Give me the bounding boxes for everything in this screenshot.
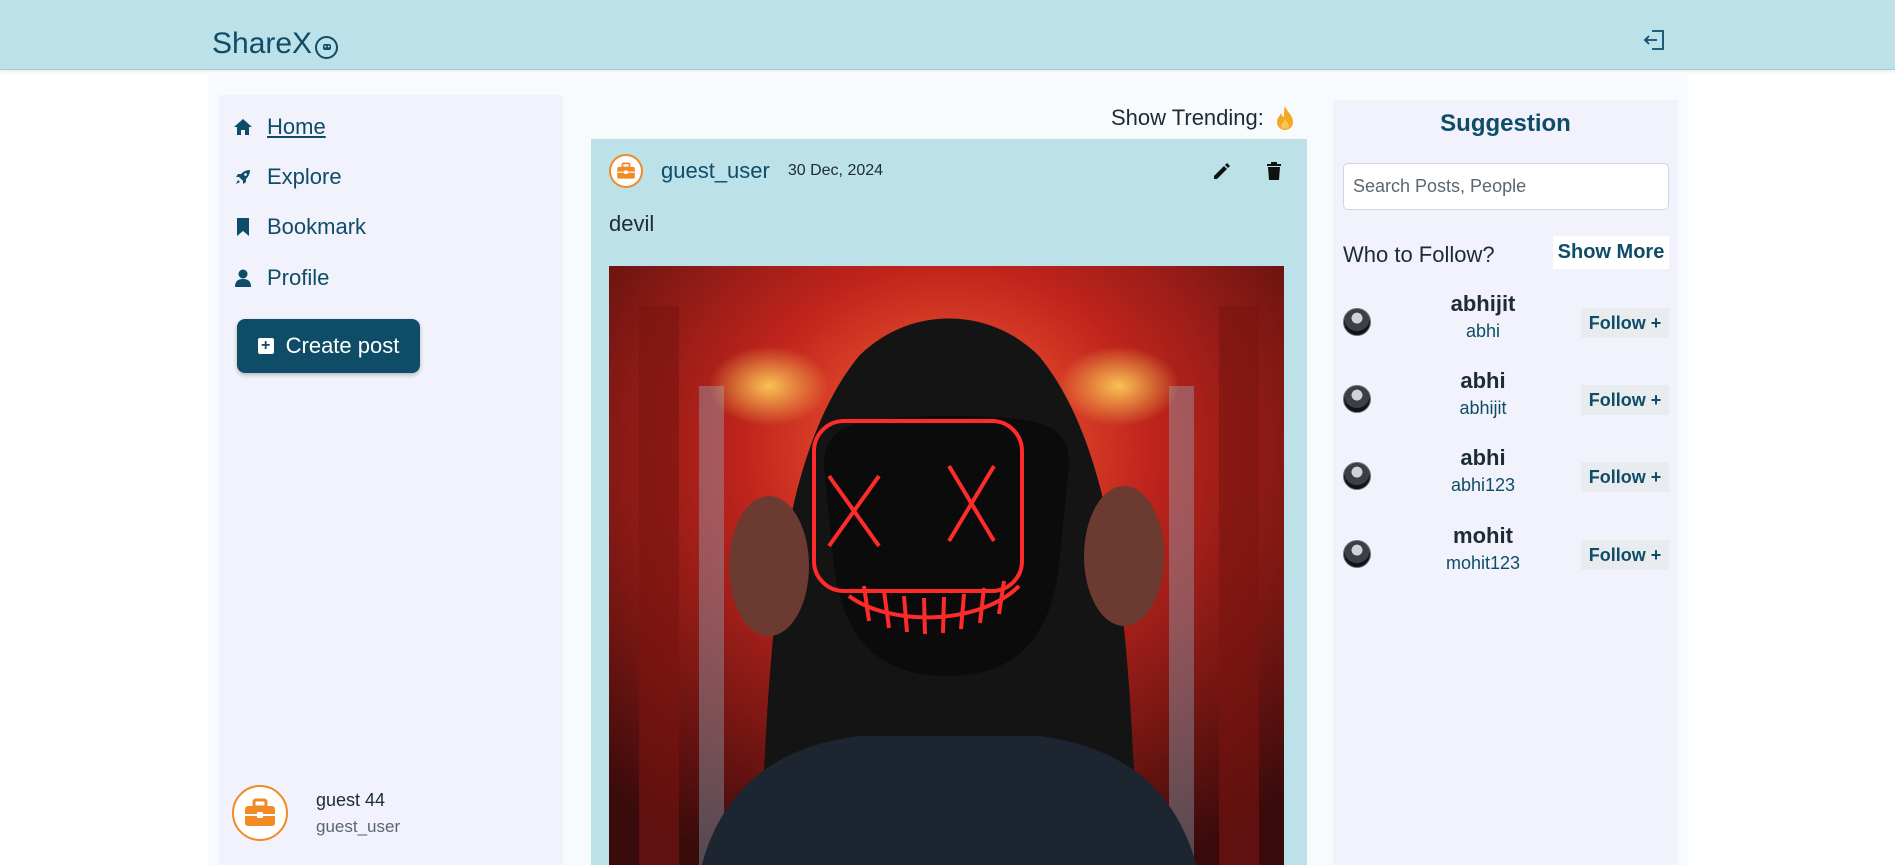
show-trending-toggle[interactable]: Show Trending: <box>1111 105 1296 131</box>
rocket-icon <box>236 170 250 184</box>
follow-button[interactable]: Follow + <box>1581 385 1669 415</box>
smiley-icon <box>315 35 339 59</box>
list-item: abhijit abhi Follow + <box>1343 291 1669 351</box>
avatar[interactable] <box>1343 308 1371 336</box>
post-card: guest_user 30 Dec, 2024 devil <box>591 139 1307 865</box>
avatar[interactable] <box>1343 462 1371 490</box>
current-user-card[interactable]: guest 44 guest_user <box>232 785 400 841</box>
avatar[interactable] <box>1343 385 1371 413</box>
brand-name: ShareX <box>212 27 313 60</box>
sidebar-item-label: Bookmark <box>267 214 367 239</box>
briefcase-avatar-icon <box>232 785 288 841</box>
avatar[interactable] <box>1343 540 1371 568</box>
delete-icon[interactable] <box>1263 160 1285 182</box>
suggest-user-name[interactable]: abhijit <box>1383 291 1583 317</box>
suggest-user-name[interactable]: mohit <box>1383 523 1583 549</box>
post-header: guest_user 30 Dec, 2024 <box>609 153 1289 189</box>
suggest-user-handle: abhijit <box>1459 398 1507 418</box>
create-post-label: Create post <box>285 333 400 358</box>
left-sidebar: Home Explore Bookmark Profile + Create p… <box>219 95 563 865</box>
sidebar-item-explore[interactable]: Explore <box>233 164 342 190</box>
edit-icon[interactable] <box>1211 160 1233 182</box>
logout-icon[interactable] <box>1642 28 1668 52</box>
create-post-button[interactable]: + Create post <box>237 319 420 373</box>
home-icon <box>234 119 252 135</box>
suggest-user-handle: abhi <box>1465 321 1501 341</box>
post-image[interactable] <box>609 266 1284 865</box>
list-item: abhi abhi123 Follow + <box>1343 445 1669 505</box>
current-user-handle: guest_user <box>316 816 401 836</box>
show-more-button[interactable]: Show More <box>1553 236 1669 269</box>
top-bar: ShareX <box>0 0 1895 70</box>
sidebar-item-label: Profile <box>267 265 330 290</box>
list-item: abhi abhijit Follow + <box>1343 368 1669 428</box>
current-user-name: guest 44 <box>316 789 386 810</box>
suggestion-title: Suggestion <box>1440 110 1571 137</box>
bookmark-icon <box>237 218 249 236</box>
follow-button[interactable]: Follow + <box>1581 540 1669 570</box>
search-input[interactable] <box>1343 163 1669 210</box>
user-icon <box>235 269 251 287</box>
suggest-user-name[interactable]: abhi <box>1383 445 1583 471</box>
sidebar-item-bookmark[interactable]: Bookmark <box>233 214 366 240</box>
suggest-user-name[interactable]: abhi <box>1383 368 1583 394</box>
follow-button[interactable]: Follow + <box>1581 308 1669 338</box>
list-item: mohit mohit123 Follow + <box>1343 523 1669 583</box>
sidebar-item-label: Explore <box>267 164 342 189</box>
suggest-user-handle: mohit123 <box>1445 553 1521 573</box>
show-trending-label: Show Trending: <box>1111 105 1264 130</box>
plus-square-icon: + <box>257 338 274 354</box>
brand-logo[interactable]: ShareX <box>212 27 339 61</box>
briefcase-avatar-icon[interactable] <box>609 154 643 188</box>
who-to-follow-title: Who to Follow? <box>1343 242 1495 267</box>
sidebar-item-profile[interactable]: Profile <box>233 265 329 291</box>
suggest-user-handle: abhi123 <box>1450 475 1516 495</box>
post-date: 30 Dec, 2024 <box>787 162 884 179</box>
fire-icon <box>1276 106 1293 130</box>
post-actions <box>1211 160 1285 182</box>
follow-button[interactable]: Follow + <box>1581 462 1669 492</box>
post-author[interactable]: guest_user <box>661 158 770 184</box>
sidebar-item-label: Home <box>267 114 326 139</box>
sidebar-item-home[interactable]: Home <box>233 114 326 140</box>
post-text: devil <box>609 211 655 236</box>
suggestion-panel: Suggestion Who to Follow? Show More abhi… <box>1333 100 1678 865</box>
